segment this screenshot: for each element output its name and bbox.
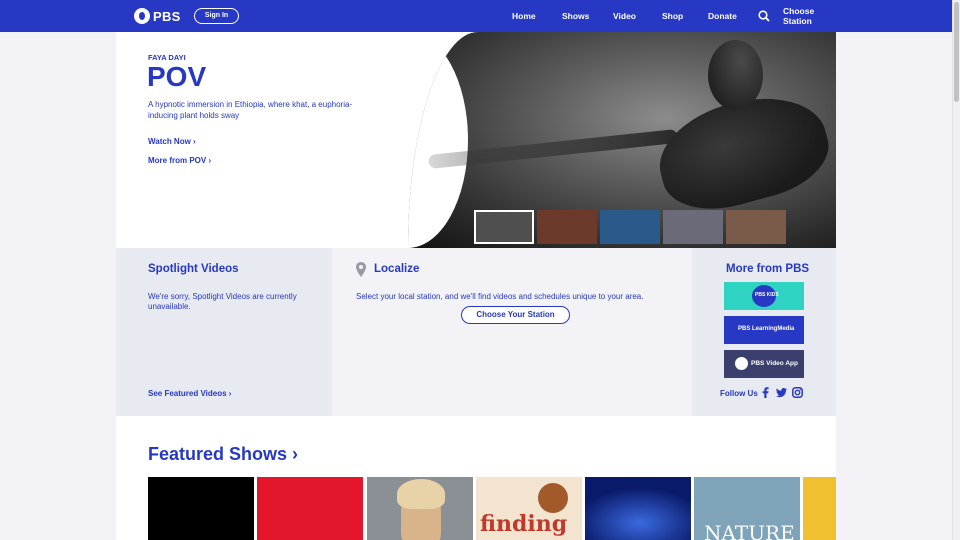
nav-home[interactable]: Home bbox=[512, 0, 536, 32]
chevron-right-icon: › bbox=[208, 156, 212, 165]
spotlight-videos-panel: Spotlight Videos We're sorry, Spotlight … bbox=[116, 248, 332, 416]
chevron-right-icon: › bbox=[228, 389, 232, 398]
featured-shows-section: Featured Shows › finding NATURE bbox=[116, 416, 836, 540]
logo-text: PBS bbox=[153, 8, 181, 24]
chevron-right-icon: › bbox=[193, 137, 196, 146]
choose-station-line1: Choose bbox=[783, 6, 815, 16]
show-card-hair bbox=[397, 479, 445, 509]
scrollbar-thumb[interactable] bbox=[954, 2, 959, 102]
nav-video[interactable]: Video bbox=[613, 0, 636, 32]
chevron-right-icon: › bbox=[292, 444, 299, 464]
show-card[interactable] bbox=[585, 477, 691, 540]
more-pbs-title: More from PBS bbox=[726, 263, 810, 275]
choose-your-station-button[interactable]: Choose Your Station bbox=[461, 306, 570, 324]
show-card-title: finding bbox=[480, 511, 568, 537]
spotlight-title: Spotlight Videos bbox=[148, 263, 239, 275]
show-card[interactable] bbox=[803, 477, 836, 540]
show-card[interactable]: finding bbox=[476, 477, 582, 540]
show-card-portrait bbox=[538, 483, 568, 513]
hero-thumbnail[interactable] bbox=[600, 210, 660, 244]
hero-thumbnail[interactable] bbox=[474, 210, 534, 244]
watch-now-link[interactable]: Watch Now › bbox=[148, 137, 196, 146]
nav-shop[interactable]: Shop bbox=[662, 0, 683, 32]
hero-description: A hypnotic immersion in Ethiopia, where … bbox=[148, 100, 353, 120]
hero-thumbnail[interactable] bbox=[537, 210, 597, 244]
location-pin-icon bbox=[356, 262, 366, 277]
see-featured-videos-link[interactable]: See Featured Videos › bbox=[148, 389, 231, 398]
twitter-icon[interactable] bbox=[776, 387, 787, 398]
see-featured-label: See Featured Videos bbox=[148, 389, 227, 398]
hero-thumbnail[interactable] bbox=[726, 210, 786, 244]
learning-media-promo[interactable]: PBS LearningMedia bbox=[724, 316, 804, 344]
choose-station-line2: Station bbox=[783, 16, 812, 26]
follow-us-label: Follow Us bbox=[720, 389, 758, 398]
pbs-kids-label: PBS KIDS bbox=[755, 292, 779, 298]
show-card-glow bbox=[585, 487, 691, 540]
instagram-icon[interactable] bbox=[792, 387, 803, 398]
hero-thumbnail-strip bbox=[474, 210, 786, 244]
hero-image-arm bbox=[427, 128, 679, 170]
spotlight-message: We're sorry, Spotlight Videos are curren… bbox=[148, 292, 297, 311]
sign-in-button[interactable]: Sign In bbox=[194, 8, 239, 24]
site-header: PBS Sign In Home Shows Video Shop Donate… bbox=[0, 0, 952, 32]
choose-station-link[interactable]: Choose Station bbox=[783, 6, 814, 26]
video-app-label: PBS Video App bbox=[751, 360, 798, 367]
more-from-pov-link[interactable]: More from POV › bbox=[148, 156, 211, 165]
page-scrollbar[interactable] bbox=[952, 0, 960, 540]
watch-now-label: Watch Now bbox=[148, 137, 191, 146]
show-card[interactable] bbox=[257, 477, 363, 540]
pbs-logo[interactable]: PBS bbox=[134, 8, 181, 24]
localize-title: Localize bbox=[374, 263, 420, 275]
show-card-title: NATURE bbox=[704, 521, 795, 540]
localize-panel: Localize Select your local station, and … bbox=[332, 248, 692, 416]
localize-text: Select your local station, and we'll fin… bbox=[356, 292, 644, 301]
show-card[interactable]: NATURE bbox=[694, 477, 800, 540]
facebook-icon[interactable] bbox=[760, 387, 771, 398]
more-from-label: More from POV bbox=[148, 156, 207, 165]
nav-donate[interactable]: Donate bbox=[708, 0, 737, 32]
show-card[interactable] bbox=[367, 477, 473, 540]
nav-shows[interactable]: Shows bbox=[562, 0, 589, 32]
hero-section: FAYA DAYI POV A hypnotic immersion in Et… bbox=[116, 32, 836, 248]
show-card[interactable] bbox=[148, 477, 254, 540]
learning-media-label: PBS LearningMedia bbox=[738, 326, 795, 332]
pbs-logo-icon bbox=[134, 8, 150, 24]
search-icon[interactable] bbox=[758, 10, 770, 22]
hero-thumbnail[interactable] bbox=[663, 210, 723, 244]
pbs-kids-promo[interactable]: PBS KIDS bbox=[724, 282, 804, 310]
featured-shows-link[interactable]: Featured Shows › bbox=[148, 444, 298, 465]
video-app-promo[interactable]: PBS Video App bbox=[724, 350, 804, 378]
featured-shows-title: Featured Shows bbox=[148, 444, 288, 464]
hero-title[interactable]: POV bbox=[147, 61, 206, 93]
pbs-video-app-icon bbox=[735, 357, 748, 370]
hero-image-head bbox=[708, 40, 763, 110]
more-from-pbs-panel: More from PBS PBS KIDS PBS LearningMedia… bbox=[692, 248, 836, 416]
